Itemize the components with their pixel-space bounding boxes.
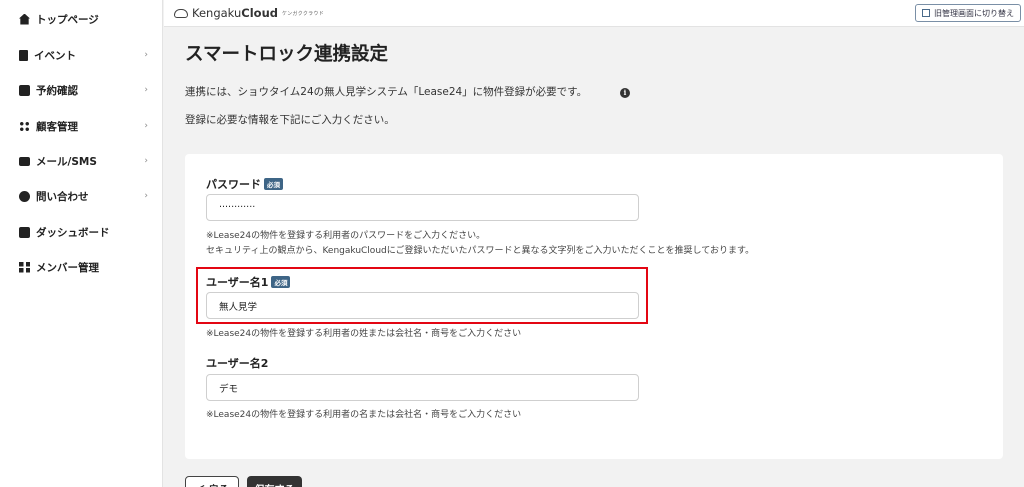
window-icon xyxy=(922,9,930,17)
chevron-right-icon: › xyxy=(144,156,148,166)
sidebar-item-label: 予約確認 xyxy=(36,84,78,97)
highlight-box xyxy=(196,267,648,324)
brand-kana: ケンガククラウド xyxy=(281,10,325,17)
brand-name-bold: Cloud xyxy=(241,6,278,20)
kengaku-cloud-logo[interactable]: KengakuCloud ケンガククラウド xyxy=(174,6,324,20)
description-line-2: 登録に必要な情報を下記にご入力ください。 xyxy=(185,114,395,126)
password-input[interactable] xyxy=(206,194,639,221)
password-label-text: パスワード xyxy=(206,178,261,191)
users-icon xyxy=(19,120,30,132)
username1-hint: ※Lease24の物件を登録する利用者の姓または会社名・商号をご入力ください xyxy=(206,329,522,339)
home-icon xyxy=(19,13,30,25)
sidebar-item-customers[interactable]: 顧客管理 › xyxy=(0,114,163,138)
save-button[interactable]: 保存する xyxy=(247,476,302,487)
username2-input[interactable] xyxy=(206,374,639,401)
cloud-icon xyxy=(174,8,188,18)
info-icon[interactable]: i xyxy=(620,88,630,98)
chevron-right-icon: › xyxy=(144,121,148,131)
sidebar-item-label: ダッシュボード xyxy=(36,226,110,239)
back-button[interactable]: ＜ 戻る xyxy=(185,476,239,487)
sidebar: トップページ イベント › 予約確認 › 顧客管理 › メール/SMS › 問い… xyxy=(0,0,163,487)
sidebar-item-mail-sms[interactable]: メール/SMS › xyxy=(0,149,163,173)
username2-hint: ※Lease24の物件を登録する利用者の名または会社名・商号をご入力ください xyxy=(206,410,522,420)
switch-old-admin-button[interactable]: 旧管理画面に切り替え xyxy=(915,4,1021,22)
username2-label-text: ユーザー名2 xyxy=(206,357,269,370)
switch-old-admin-label: 旧管理画面に切り替え xyxy=(934,8,1014,18)
sidebar-item-label: 問い合わせ xyxy=(36,190,89,203)
chat-icon xyxy=(19,190,30,202)
brand-name: KengakuCloud xyxy=(192,6,278,20)
username2-label: ユーザー名2 xyxy=(206,355,268,371)
top-header: KengakuCloud ケンガククラウド 旧管理画面に切り替え xyxy=(164,0,1024,27)
sidebar-item-inquiry[interactable]: 問い合わせ › xyxy=(0,184,163,208)
sidebar-item-reservation[interactable]: 予約確認 › xyxy=(0,78,163,102)
mail-icon xyxy=(19,156,30,166)
chevron-right-icon: › xyxy=(144,50,148,60)
sidebar-item-dashboard[interactable]: ダッシュボード xyxy=(0,220,163,244)
grid-icon xyxy=(19,261,30,273)
password-hint-1: ※Lease24の物件を登録する利用者のパスワードをご入力ください。 xyxy=(206,231,486,241)
password-label: パスワード 必須 xyxy=(206,176,283,192)
sidebar-item-label: メール/SMS xyxy=(36,155,97,168)
description-line-1: 連携には、ショウタイム24の無人見学システム「Lease24」に物件登録が必要で… xyxy=(185,86,588,98)
chevron-right-icon: › xyxy=(144,191,148,201)
sidebar-item-top[interactable]: トップページ xyxy=(0,7,163,31)
sidebar-item-label: トップページ xyxy=(36,13,99,26)
sidebar-item-label: メンバー管理 xyxy=(36,261,99,274)
document-icon xyxy=(19,49,28,61)
calendar-icon xyxy=(19,84,30,96)
sidebar-item-members[interactable]: メンバー管理 xyxy=(0,255,163,279)
sidebar-item-event[interactable]: イベント › xyxy=(0,43,163,67)
brand-name-light: Kengaku xyxy=(192,6,242,20)
chevron-right-icon: › xyxy=(144,85,148,95)
sidebar-item-label: 顧客管理 xyxy=(36,120,78,133)
chart-icon xyxy=(19,226,30,238)
password-hint-2: セキュリティ上の観点から、KengakuCloudにご登録いただいたパスワードと… xyxy=(206,246,755,256)
required-badge: 必須 xyxy=(264,178,283,190)
sidebar-item-label: イベント xyxy=(34,49,76,62)
page-title: スマートロック連携設定 xyxy=(185,44,388,65)
